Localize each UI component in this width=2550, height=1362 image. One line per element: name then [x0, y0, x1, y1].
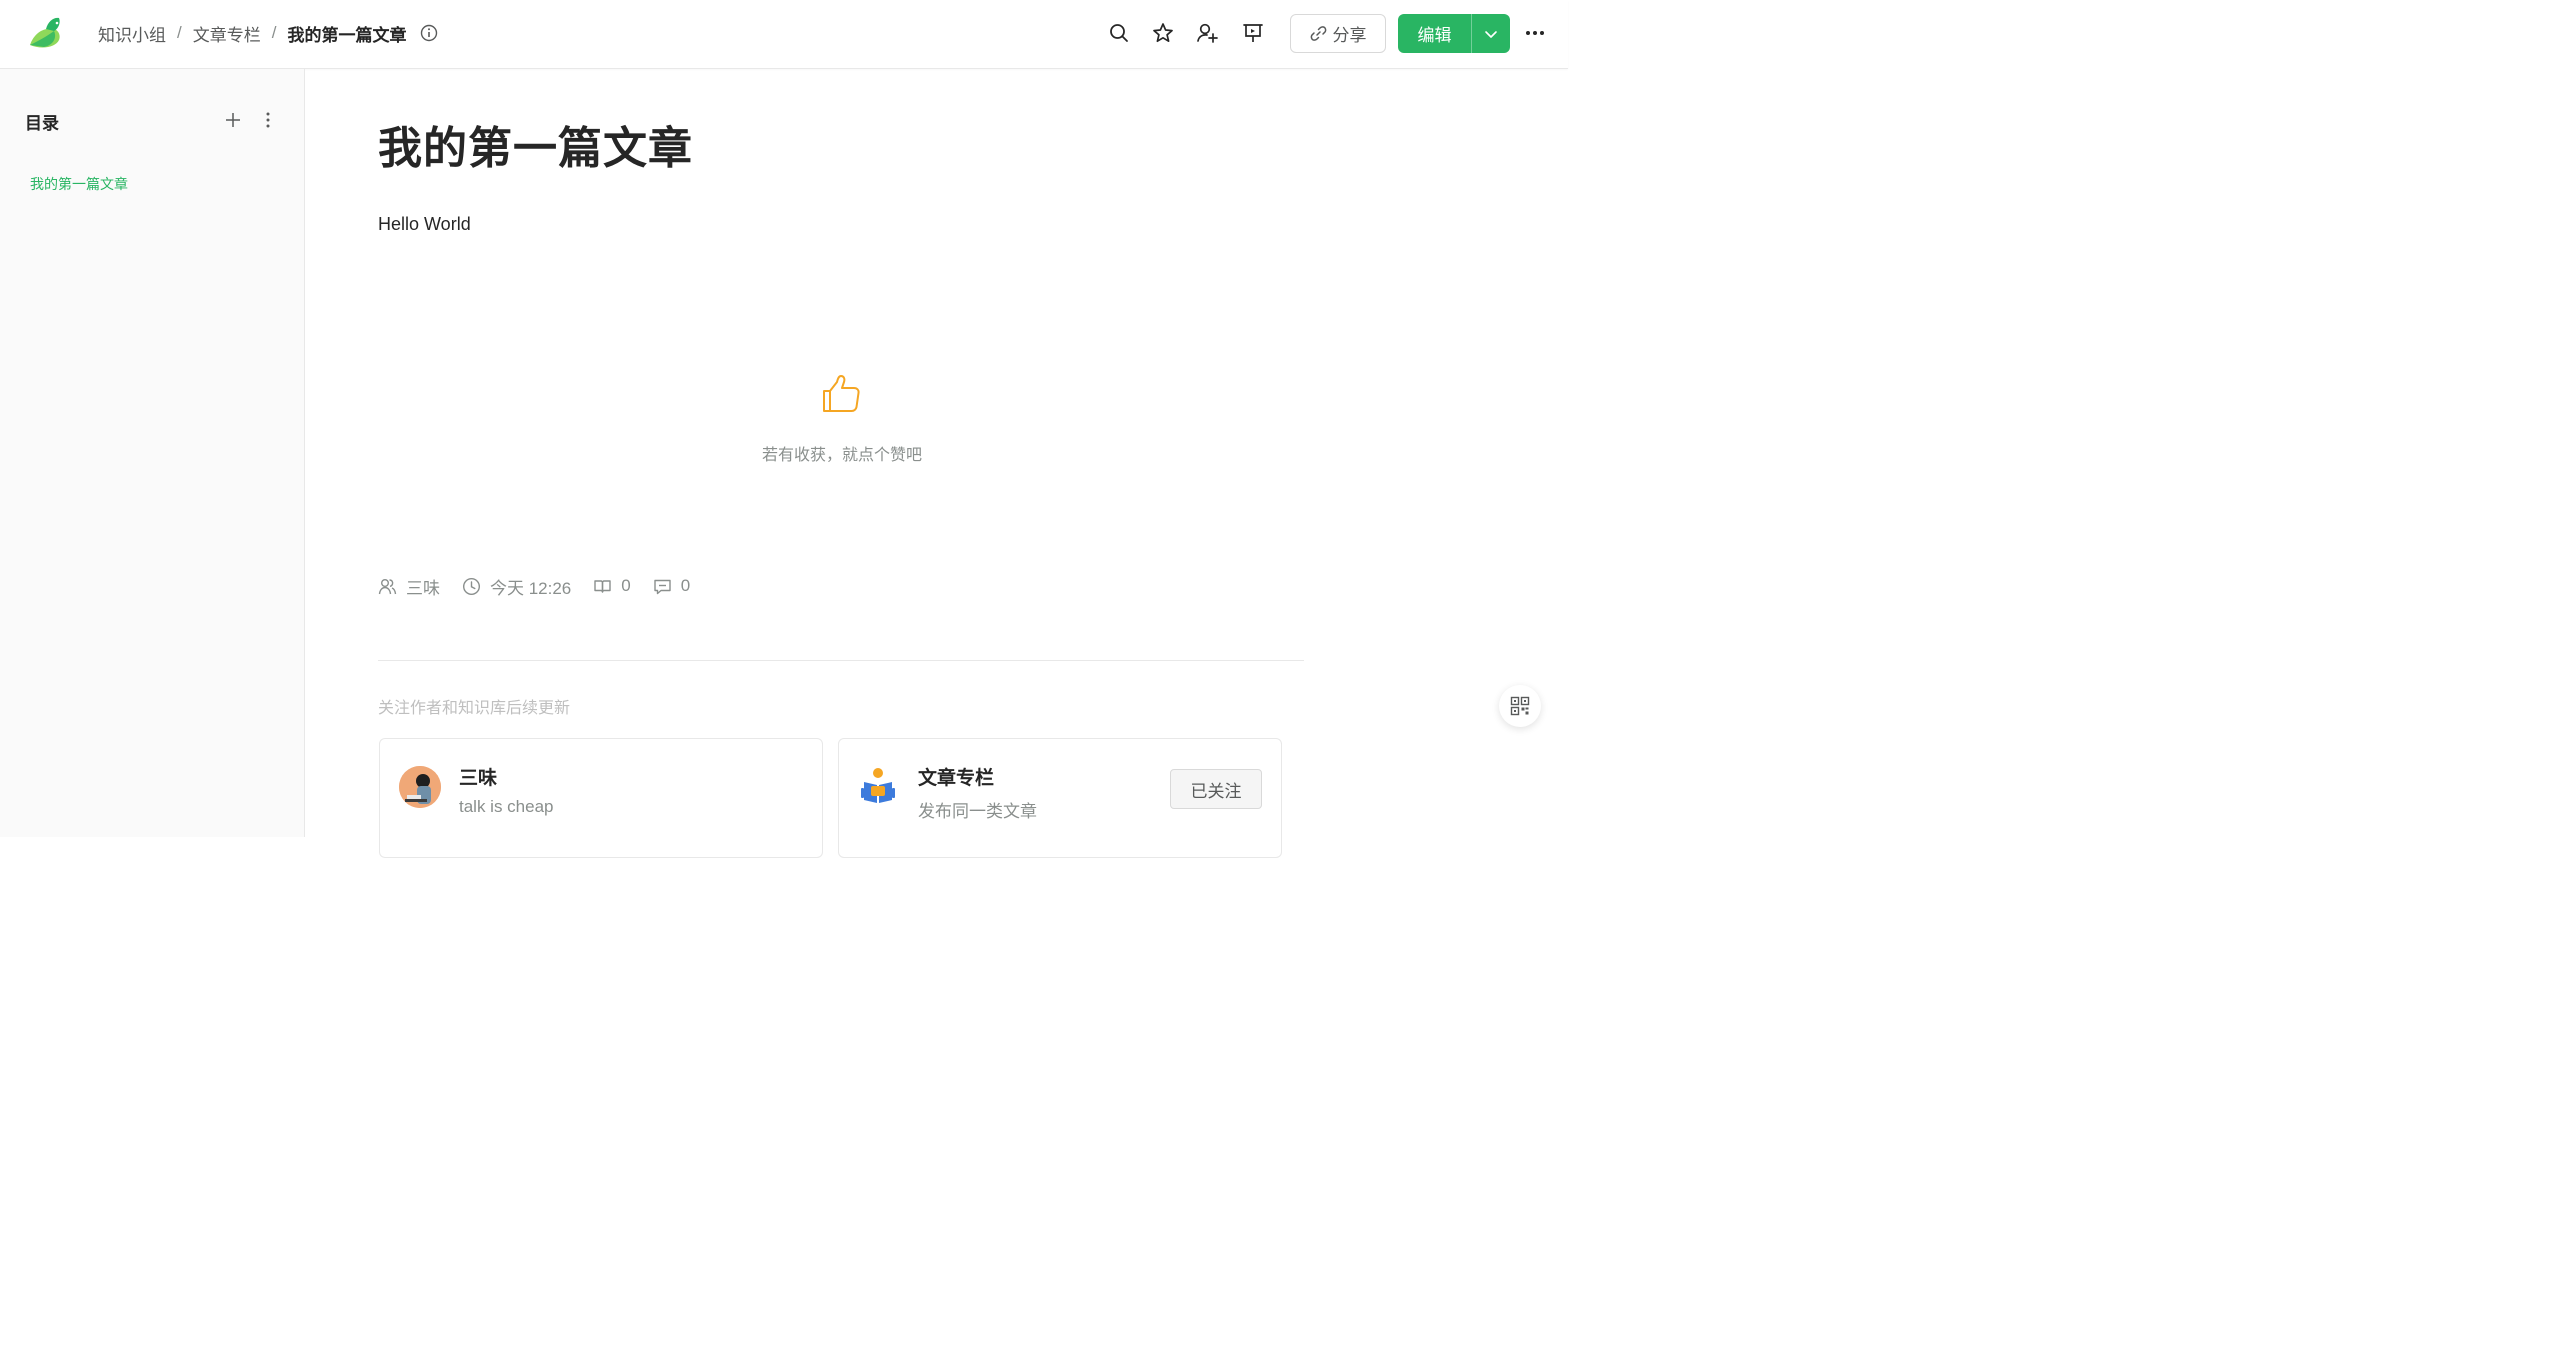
share-button[interactable]: 分享 [1290, 14, 1386, 53]
book-card[interactable]: 文章专栏 发布同一类文章 已关注 [838, 738, 1282, 858]
info-icon[interactable] [420, 24, 438, 42]
avatar[interactable] [399, 766, 441, 808]
meta-author[interactable]: 三味 [378, 574, 440, 599]
follow-hint: 关注作者和知识库后续更新 [378, 700, 571, 717]
star-icon[interactable] [1151, 21, 1175, 45]
doc-meta: 三味 今天 12:26 0 0 [378, 574, 712, 599]
more-icon[interactable] [1522, 22, 1548, 44]
book-desc: 发布同一类文章 [918, 802, 1037, 821]
present-icon[interactable] [1241, 21, 1265, 45]
meta-reads: 0 [593, 576, 631, 596]
breadcrumb-group[interactable]: 知识小组 [98, 21, 166, 46]
reading-person-icon [861, 768, 895, 803]
chevron-down-icon [1485, 30, 1497, 38]
meta-time: 今天 12:26 [462, 574, 571, 599]
breadcrumb-book[interactable]: 文章专栏 [193, 21, 261, 46]
edit-dropdown-button[interactable] [1471, 14, 1510, 53]
edit-button-group: 编辑 [1398, 14, 1510, 53]
top-header: 知识小组 / 文章专栏 / 我的第一篇文章 分享 编辑 [0, 0, 1568, 69]
qrcode-icon [1510, 696, 1530, 716]
share-label: 分享 [1332, 26, 1367, 45]
plus-icon[interactable] [222, 109, 244, 131]
author-card[interactable]: 三味 talk is cheap [379, 738, 823, 858]
page-title: 我的第一篇文章 [378, 124, 693, 173]
logo-bird-icon[interactable] [24, 15, 64, 51]
meta-reads-count: 0 [621, 576, 631, 595]
breadcrumb: 知识小组 / 文章专栏 / 我的第一篇文章 [98, 20, 438, 46]
sidebar: 目录 我的第一篇文章 [0, 69, 305, 837]
clock-icon [462, 577, 481, 595]
doc-body-text: Hello World [378, 214, 471, 234]
thumbs-up-icon[interactable] [820, 372, 864, 416]
search-icon[interactable] [1107, 21, 1131, 45]
author-name[interactable]: 三味 [459, 763, 497, 790]
like-section: 若有收获，就点个赞吧 [742, 372, 942, 465]
breadcrumb-separator: / [177, 23, 182, 42]
meta-comments[interactable]: 0 [653, 576, 690, 596]
comment-icon [654, 579, 671, 594]
users-icon [378, 578, 397, 594]
breadcrumb-current-doc: 我的第一篇文章 [287, 25, 407, 45]
add-user-icon[interactable] [1195, 21, 1219, 45]
book-name[interactable]: 文章专栏 [918, 763, 994, 790]
vertical-more-icon[interactable] [259, 109, 277, 131]
link-icon [1310, 26, 1326, 41]
edit-button[interactable]: 编辑 [1398, 14, 1471, 53]
breadcrumb-separator: / [271, 23, 277, 42]
avatar-illustration [399, 766, 441, 808]
meta-time-value: 今天 12:26 [490, 578, 572, 598]
followed-button[interactable]: 已关注 [1170, 769, 1262, 809]
like-prompt: 若有收获，就点个赞吧 [761, 447, 922, 464]
meta-author-name: 三味 [406, 578, 440, 598]
book-open-icon [594, 579, 611, 593]
toc-item[interactable]: 我的第一篇文章 [30, 174, 128, 194]
qrcode-button[interactable] [1499, 685, 1541, 727]
divider [378, 660, 1304, 661]
author-bio: talk is cheap [459, 797, 554, 816]
toc-title: 目录 [25, 114, 59, 133]
meta-comments-count: 0 [680, 576, 691, 595]
